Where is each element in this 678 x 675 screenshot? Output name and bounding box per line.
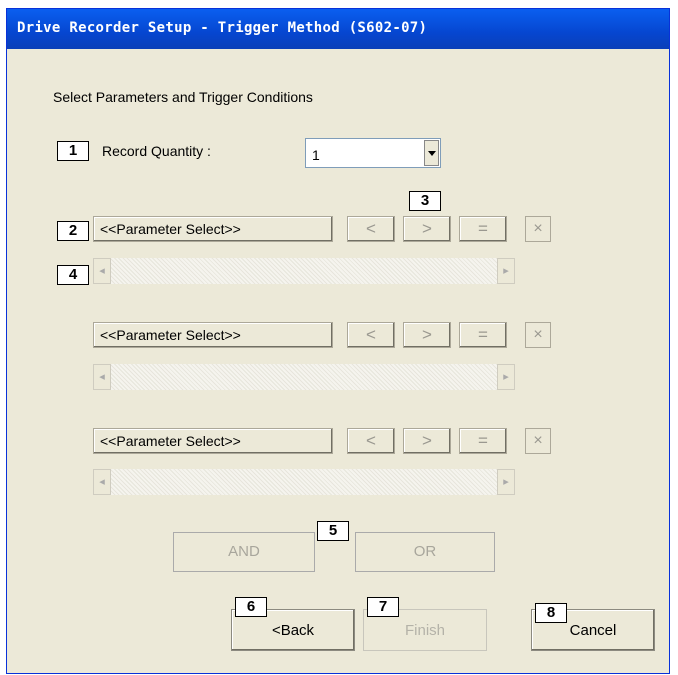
or-button[interactable]: OR	[355, 532, 495, 572]
scroll-left-icon[interactable]: ◂	[93, 364, 111, 390]
callout-6: 6	[235, 597, 267, 617]
equal-button-3[interactable]: =	[459, 428, 507, 454]
callout-2: 2	[57, 221, 89, 241]
callout-8: 8	[535, 603, 567, 623]
greater-than-button-3[interactable]: >	[403, 428, 451, 454]
callout-3: 3	[409, 191, 441, 211]
scroll-right-icon[interactable]: ▸	[497, 469, 515, 495]
parameter-select-button-1[interactable]: <<Parameter Select>>	[93, 216, 333, 242]
callout-4: 4	[57, 265, 89, 285]
scroll-left-icon[interactable]: ◂	[93, 258, 111, 284]
scroll-right-icon[interactable]: ▸	[497, 258, 515, 284]
callout-7: 7	[367, 597, 399, 617]
callout-1: 1	[57, 141, 89, 161]
scroll-left-icon[interactable]: ◂	[93, 469, 111, 495]
window-title: Drive Recorder Setup - Trigger Method (S…	[17, 20, 428, 36]
equal-button-1[interactable]: =	[459, 216, 507, 242]
greater-than-button-2[interactable]: >	[403, 322, 451, 348]
scroll-right-icon[interactable]: ▸	[497, 364, 515, 390]
close-icon[interactable]: ×	[525, 216, 551, 242]
value-scrollbar-2[interactable]: ◂ ▸	[93, 364, 515, 390]
chevron-down-icon[interactable]	[424, 140, 439, 166]
less-than-button-3[interactable]: <	[347, 428, 395, 454]
title-bar[interactable]: Drive Recorder Setup - Trigger Method (S…	[7, 9, 669, 49]
parameter-select-button-3[interactable]: <<Parameter Select>>	[93, 428, 333, 454]
value-scrollbar-1[interactable]: ◂ ▸	[93, 258, 515, 284]
equal-button-2[interactable]: =	[459, 322, 507, 348]
value-scrollbar-3[interactable]: ◂ ▸	[93, 469, 515, 495]
record-quantity-select[interactable]: 1	[305, 138, 441, 168]
greater-than-button-1[interactable]: >	[403, 216, 451, 242]
instructions-label: Select Parameters and Trigger Conditions	[53, 89, 313, 105]
less-than-button-1[interactable]: <	[347, 216, 395, 242]
record-quantity-label: Record Quantity :	[102, 143, 211, 159]
record-quantity-value: 1	[312, 147, 320, 163]
parameter-select-button-2[interactable]: <<Parameter Select>>	[93, 322, 333, 348]
callout-5: 5	[317, 521, 349, 541]
less-than-button-2[interactable]: <	[347, 322, 395, 348]
dialog-window: Drive Recorder Setup - Trigger Method (S…	[6, 8, 670, 674]
close-icon[interactable]: ×	[525, 428, 551, 454]
and-button[interactable]: AND	[173, 532, 315, 572]
close-icon[interactable]: ×	[525, 322, 551, 348]
